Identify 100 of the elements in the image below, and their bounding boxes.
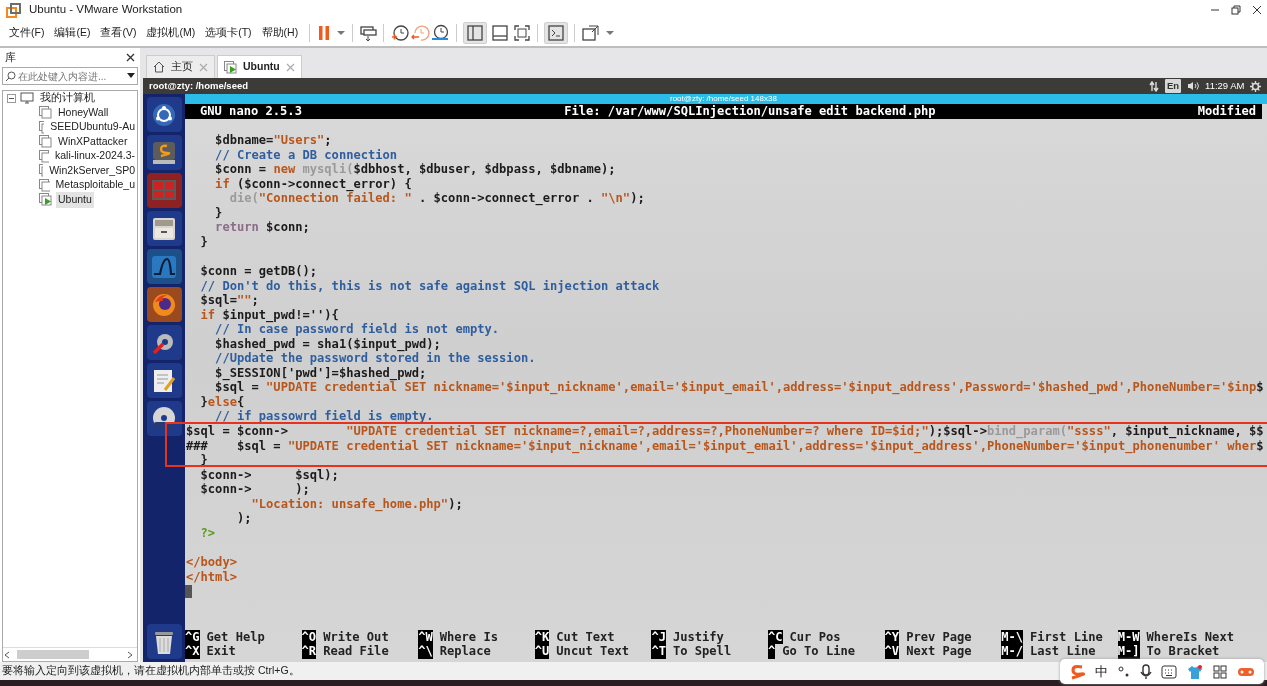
shortcut-label: Last Line <box>1030 644 1096 659</box>
trash-launcher[interactable] <box>146 624 182 660</box>
shortcut-label: WhereIs Next <box>1146 629 1234 645</box>
menu-item[interactable]: 帮助(H) <box>256 25 304 41</box>
code-line: } <box>199 453 209 468</box>
fullscreen-icon[interactable] <box>513 24 532 42</box>
shortcut-label: Read File <box>323 644 389 659</box>
shortcut-label: Replace <box>439 644 491 659</box>
shortcut-key: ^X <box>185 644 200 659</box>
dash-launcher[interactable] <box>146 97 182 132</box>
files-launcher[interactable] <box>146 211 182 246</box>
network-icon[interactable] <box>1149 80 1160 92</box>
code-line: if $input_pwd!=''){ <box>199 307 340 323</box>
input-mode[interactable]: 中 <box>1094 661 1108 682</box>
settings-launcher[interactable] <box>146 325 182 360</box>
search-icon <box>5 70 16 82</box>
shortcut-key: M-/ <box>1001 644 1023 659</box>
scrollbar-thumb[interactable] <box>17 650 89 659</box>
scroll-right-icon[interactable] <box>126 650 135 659</box>
shortcut-label: To Spell <box>672 644 732 659</box>
code-line: // Don't do this, this is not safe against SQL injection attack <box>199 278 661 294</box>
shirt-icon[interactable] <box>1187 663 1204 680</box>
shortcut-label: Exit <box>206 644 236 659</box>
app-logo-icon <box>6 2 21 18</box>
sidebar-view-icon[interactable] <box>463 22 488 44</box>
shortcut-label: Next Page <box>906 644 972 659</box>
shortcut-label: Write Out <box>323 629 389 645</box>
code-line: ?> <box>199 525 217 541</box>
menu-item[interactable]: 文件(F) <box>4 25 50 41</box>
tree-item[interactable]: WinXPattacker <box>56 133 130 150</box>
shortcut-label: Where Is <box>439 629 498 645</box>
code-line: // In case password field is not empty. <box>214 322 501 337</box>
tree-item[interactable]: 我的计算机 <box>38 90 97 107</box>
editor-launcher[interactable] <box>146 135 182 170</box>
tree-item[interactable]: Win2kServer_SP0 <box>47 162 137 179</box>
tab[interactable]: Ubuntu <box>217 55 302 78</box>
bottom-panel-icon[interactable] <box>491 24 510 42</box>
code-line: // if passowrd field is empty. <box>214 409 435 425</box>
tab[interactable]: 主页 <box>146 55 215 78</box>
code-line: $conn-> $sql); <box>199 467 340 483</box>
text-cursor <box>185 585 192 599</box>
code-line: </body> <box>186 554 238 570</box>
tree-item[interactable]: Ubuntu <box>56 191 94 208</box>
tree-item[interactable]: HoneyWall <box>56 104 111 121</box>
keyboard-indicator[interactable]: En <box>1164 78 1182 94</box>
code-line: } <box>199 234 209 250</box>
tree-item[interactable]: Metasploitable_u <box>53 177 137 194</box>
code-line: $sql=""; <box>199 293 260 308</box>
collapse-icon[interactable] <box>7 93 16 103</box>
code-line: $hashed_pwd = sha1($input_pwd); <box>214 336 442 352</box>
close-icon[interactable] <box>1251 5 1262 15</box>
code-line: $dbname="Users"; <box>214 133 333 148</box>
code-line: die("Connection failed: " . $conn->connect_error . "\n"); <box>228 191 646 206</box>
clock-time[interactable]: 11:29 AM <box>1205 78 1245 94</box>
monitor-arrow-icon[interactable] <box>359 24 378 42</box>
punctuation-icon[interactable] <box>1117 664 1130 679</box>
shortcut-label: First Line <box>1030 629 1103 645</box>
code-line: return $conn; <box>214 220 311 235</box>
running-vm-icon <box>224 60 237 74</box>
file-status: Modified <box>1197 104 1256 119</box>
search-field[interactable]: 在此处键入内容进... <box>2 67 138 85</box>
caret-icon[interactable] <box>127 73 135 79</box>
code-line: $_SESSION['pwd']=$hashed_pwd; <box>214 365 428 381</box>
clock-manage-icon[interactable] <box>430 24 451 42</box>
tree-item[interactable]: kali-linux-2024.3- <box>53 148 137 165</box>
shortcut-key: M-] <box>1117 644 1140 659</box>
tree-item[interactable]: SEEDUbuntu9-Au <box>48 119 137 136</box>
keyboard-icon[interactable] <box>1161 664 1178 679</box>
menu-item[interactable]: 编辑(E) <box>49 25 96 41</box>
menu-item[interactable]: 选项卡(T) <box>200 25 257 41</box>
grid-icon <box>151 178 177 203</box>
menu-item[interactable]: 虚拟机(M) <box>141 25 201 41</box>
device-icon <box>151 140 177 165</box>
grid-icon[interactable] <box>1213 664 1228 679</box>
shortcut-label: Cur Pos <box>789 629 841 645</box>
menu-item[interactable]: 查看(V) <box>95 25 142 41</box>
shark-fin-launcher[interactable] <box>146 249 182 284</box>
window-title: root@zty: /home/seed 148x38 <box>185 94 1267 104</box>
disc-launcher[interactable] <box>146 401 182 436</box>
clock-plus-icon[interactable] <box>390 24 411 42</box>
gamepad-icon[interactable] <box>1237 665 1256 678</box>
gear-icon[interactable] <box>1250 80 1261 92</box>
browser-launcher[interactable] <box>146 287 182 322</box>
console-icon[interactable] <box>544 22 569 44</box>
microphone-icon[interactable] <box>1139 663 1152 680</box>
file-path: File: /var/www/SQLInjection/unsafe edit backend.php <box>564 104 936 119</box>
code-line: $sql = "UPDATE credential SET nickname='$input_nickname',email='$input_email',address='$input_address',Password='$hashed_pwd',PhoneNumber='$inp$ <box>214 380 1265 395</box>
code-line: $conn = new mysqli($dbhost, $dbuser, $dbpass, $dbname); <box>214 162 617 177</box>
stretch-view-icon[interactable] <box>581 24 602 42</box>
close-icon[interactable] <box>126 53 135 62</box>
restore-icon[interactable] <box>1230 5 1241 15</box>
code-line: // Create a DB connection <box>214 147 399 163</box>
shortcut-key: M-W <box>1117 629 1140 645</box>
shortcut-label: Prev Page <box>906 629 972 645</box>
code-line: "Location: unsafe_home.php"); <box>250 496 464 512</box>
code-line: $conn = getDB(); <box>199 264 319 279</box>
text-editor-launcher[interactable] <box>146 363 182 398</box>
volume-icon[interactable] <box>1186 81 1200 91</box>
shortcut-key: ^O <box>301 629 317 645</box>
scroll-left-icon[interactable] <box>3 650 11 659</box>
